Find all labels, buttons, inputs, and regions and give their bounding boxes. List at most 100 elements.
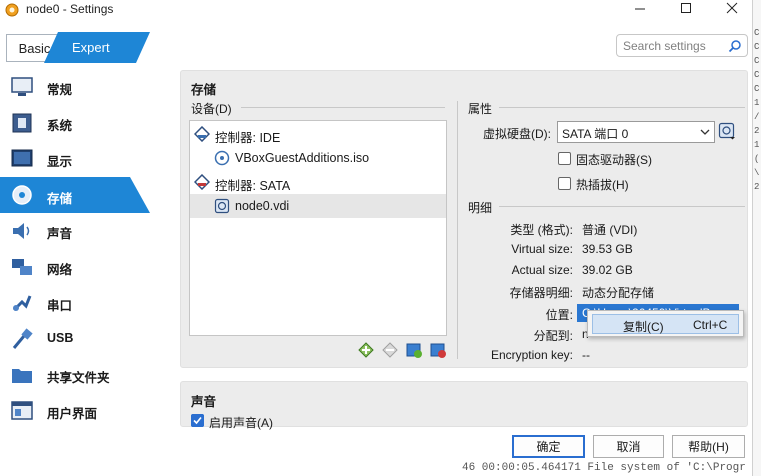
close-icon[interactable] xyxy=(709,0,755,18)
sidebar-item-general[interactable]: 常规 xyxy=(0,70,175,104)
bg-char: \ xyxy=(754,168,760,178)
add-controller-icon[interactable] xyxy=(357,341,375,359)
tree-item-node0-vdi[interactable]: node0.vdi xyxy=(190,194,446,218)
info-value-type: 普通 (VDI) xyxy=(582,223,638,237)
search-input[interactable] xyxy=(623,37,727,54)
disk-icon xyxy=(12,185,32,205)
panel-divider xyxy=(457,101,458,359)
tree-item-label: 控制器: SATA xyxy=(215,179,291,193)
background-window-edge: C C C C C 1 / 2 1 ( \ 2 xyxy=(752,0,761,476)
tree-item-sata-controller[interactable]: 控制器: SATA xyxy=(190,170,446,194)
tree-item-ide-controller[interactable]: 控制器: IDE xyxy=(190,122,446,146)
display-icon xyxy=(11,149,33,167)
search-box xyxy=(616,34,748,57)
sidebar: 常规 系统 显示 存储 声音 网络 串口 USB 共享文件夹 用户界面 xyxy=(0,70,175,476)
tree-item-guest-additions-iso[interactable]: VBoxGuestAdditions.iso xyxy=(190,146,446,170)
context-menu-copy[interactable]: 复制(C) Ctrl+C xyxy=(592,314,739,334)
bg-char: C xyxy=(754,70,760,80)
bg-char: C xyxy=(754,28,760,38)
info-key-virtual-size: Virtual size: xyxy=(511,242,573,256)
info-value-virtual-size: 39.53 GB xyxy=(582,242,633,256)
add-attachment-icon[interactable] xyxy=(405,341,423,359)
sidebar-item-label: 共享文件夹 xyxy=(47,371,110,385)
info-title: 明细 xyxy=(468,201,493,215)
info-divider xyxy=(499,206,745,207)
tree-toolbar xyxy=(357,341,447,361)
controller-ide-icon xyxy=(194,126,210,142)
window-title: node0 - Settings xyxy=(26,2,114,16)
hotplug-checkbox-box[interactable] xyxy=(558,177,571,190)
mode-switch: Basic Expert xyxy=(0,26,180,66)
app-gear-icon xyxy=(5,3,19,17)
sidebar-item-shared-folders[interactable]: 共享文件夹 xyxy=(0,358,175,392)
sidebar-item-label: 系统 xyxy=(47,119,73,133)
info-key-storage-details: 存储器明细: xyxy=(509,286,573,300)
bg-char: 2 xyxy=(754,182,760,192)
enable-audio-checkbox[interactable] xyxy=(191,414,204,427)
sidebar-item-usb[interactable]: USB xyxy=(0,322,175,356)
info-value-actual-size: 39.02 GB xyxy=(582,263,633,277)
hotplug-checkbox[interactable]: 热插拔(H) xyxy=(558,175,718,193)
attributes-title: 属性 xyxy=(468,102,493,116)
choose-disk-icon[interactable] xyxy=(718,122,736,140)
info-key-actual-size: Actual size: xyxy=(511,263,573,277)
audio-title: 声音 xyxy=(191,395,217,409)
info-key-location: 位置: xyxy=(545,308,573,322)
network-icon xyxy=(12,259,32,275)
virtual-disk-label: 虚拟硬盘(D): xyxy=(483,127,551,141)
sidebar-item-user-interface[interactable]: 用户界面 xyxy=(0,394,175,428)
remove-controller-icon[interactable] xyxy=(381,341,399,359)
monitor-icon xyxy=(11,77,33,96)
cancel-button[interactable]: 取消 xyxy=(593,435,664,458)
sidebar-item-audio[interactable]: 声音 xyxy=(0,214,175,248)
sidebar-item-label: 网络 xyxy=(47,263,73,277)
attributes-divider xyxy=(499,107,745,108)
sidebar-item-network[interactable]: 网络 xyxy=(0,250,175,284)
bg-char: / xyxy=(754,112,760,122)
folder-icon xyxy=(12,369,32,383)
virtual-disk-value: SATA 端口 0 xyxy=(562,127,629,141)
search-icon[interactable] xyxy=(728,39,742,53)
maximize-icon[interactable] xyxy=(663,0,709,18)
storage-tree[interactable]: 控制器: IDE VBoxGuestAdditions.iso 控制器: SAT… xyxy=(189,120,447,336)
info-value-encryption: -- xyxy=(582,348,590,362)
bg-char: ( xyxy=(754,154,760,164)
tree-item-label: VBoxGuestAdditions.iso xyxy=(235,151,370,165)
ssd-checkbox-box[interactable] xyxy=(558,152,571,165)
info-key-attached-to: 分配到: xyxy=(533,329,573,343)
context-menu-copy-shortcut: Ctrl+C xyxy=(693,318,728,332)
hotplug-checkbox-label: 热插拔(H) xyxy=(576,178,629,192)
devices-label: 设备(D) xyxy=(191,102,232,116)
speaker-icon xyxy=(13,223,30,239)
serial-port-icon xyxy=(12,295,32,312)
bg-char: 1 xyxy=(754,98,760,108)
sidebar-item-display[interactable]: 显示 xyxy=(0,142,175,176)
window-icon xyxy=(11,401,33,420)
info-key-type: 类型 (格式): xyxy=(510,223,573,237)
sidebar-item-label: 显示 xyxy=(47,155,73,169)
sidebar-item-label: 用户界面 xyxy=(47,407,98,421)
remove-attachment-icon[interactable] xyxy=(429,341,447,359)
help-button[interactable]: 帮助(H) xyxy=(672,435,745,458)
sidebar-item-label: USB xyxy=(47,331,74,345)
bg-char: 1 xyxy=(754,140,760,150)
panel-title: 存储 xyxy=(191,83,217,97)
sidebar-item-serial[interactable]: 串口 xyxy=(0,286,175,320)
sidebar-item-label: 串口 xyxy=(47,299,73,313)
sidebar-item-storage[interactable]: 存储 xyxy=(0,177,175,213)
ok-button[interactable]: 确定 xyxy=(512,435,585,458)
audio-panel: 声音 启用声音(A) xyxy=(180,381,748,430)
context-menu: 复制(C) Ctrl+C xyxy=(587,310,744,337)
bg-char: C xyxy=(754,42,760,52)
sidebar-item-label: 声音 xyxy=(47,227,73,241)
virtual-disk-select[interactable]: SATA 端口 0 xyxy=(557,121,715,143)
devices-divider xyxy=(241,107,445,108)
background-terminal-line: 46 00:00:05.464171 File system of 'C:\Pr… xyxy=(462,462,746,474)
controller-sata-icon xyxy=(194,174,210,190)
sidebar-item-system[interactable]: 系统 xyxy=(0,106,175,140)
bg-char: C xyxy=(754,56,760,66)
ssd-checkbox[interactable]: 固态驱动器(S) xyxy=(558,150,718,168)
mode-expert-button[interactable]: Expert xyxy=(72,40,110,55)
minimize-icon[interactable] xyxy=(617,0,663,18)
context-menu-copy-label: 复制(C) xyxy=(623,320,664,334)
